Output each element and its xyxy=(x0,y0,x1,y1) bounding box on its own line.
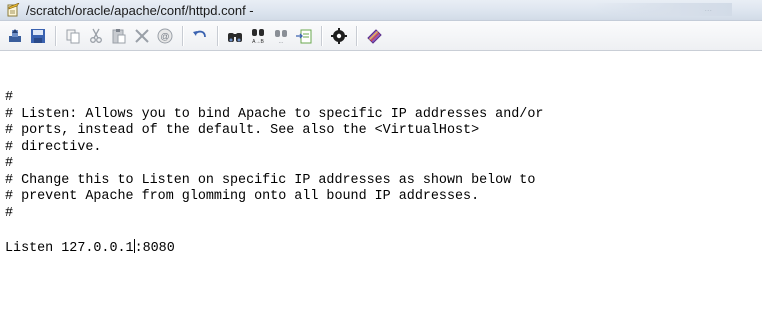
save-icon xyxy=(31,28,45,43)
editor-line: # Change this to Listen on specific IP a… xyxy=(5,172,536,188)
find-button[interactable] xyxy=(224,25,246,47)
settings-icon xyxy=(331,27,347,44)
find-next-icon: ... xyxy=(275,29,287,45)
undo-button[interactable] xyxy=(189,25,211,47)
listen-port-text: :8080 xyxy=(134,240,175,256)
svg-text:...: ... xyxy=(278,39,283,45)
replace-icon: A→B xyxy=(252,28,264,45)
find-next-button[interactable]: ... xyxy=(270,25,292,47)
window-title: /scratch/oracle/apache/conf/httpd.conf - xyxy=(26,2,254,18)
select-all-icon: @ xyxy=(157,28,173,43)
open-button[interactable] xyxy=(4,25,26,47)
plugin-icon xyxy=(367,28,382,44)
save-button[interactable] xyxy=(27,25,49,47)
select-all-button[interactable]: @ xyxy=(154,25,176,47)
editor-line: # ports, instead of the default. See als… xyxy=(5,123,480,138)
cut-button[interactable] xyxy=(85,25,107,47)
paste-icon xyxy=(112,28,126,43)
toolbar-separator xyxy=(55,25,57,46)
listen-directive-line: Listen 127.0.0.1:8080 xyxy=(0,238,762,256)
listen-address-text: Listen 127.0.0.1 xyxy=(5,240,134,256)
toolbar: @ A→B ... xyxy=(0,21,762,51)
svg-text:A→B: A→B xyxy=(252,39,264,45)
editor-line: # directive. xyxy=(5,139,102,155)
open-icon xyxy=(9,28,21,42)
find-icon xyxy=(228,32,242,42)
go-to-button[interactable] xyxy=(293,25,315,47)
editor-line: # prevent Apache from glomming onto all … xyxy=(5,189,480,204)
copy-icon xyxy=(66,29,80,43)
delete-icon xyxy=(135,28,149,43)
toolbar-separator xyxy=(217,25,219,46)
delete-button[interactable] xyxy=(131,25,153,47)
replace-button[interactable]: A→B xyxy=(247,25,269,47)
undo-icon xyxy=(193,30,206,37)
plugin-button[interactable] xyxy=(363,25,385,47)
toolbar-separator xyxy=(356,25,358,46)
go-to-icon xyxy=(296,29,312,43)
editor-line: # xyxy=(5,156,14,171)
editor-line: # xyxy=(5,90,14,105)
toolbar-separator xyxy=(182,25,184,46)
editor-line: # xyxy=(5,205,14,221)
title-bar: /scratch/oracle/apache/conf/httpd.conf -… xyxy=(0,0,762,21)
svg-text:@: @ xyxy=(160,31,169,41)
title-right-text: ... xyxy=(704,3,712,13)
copy-button[interactable] xyxy=(62,25,84,47)
editor-line: # Listen: Allows you to bind Apache to s… xyxy=(5,106,544,122)
title-bar-faded-area: ... xyxy=(592,3,732,16)
cut-icon xyxy=(90,28,102,43)
toolbar-separator xyxy=(321,25,323,46)
text-editor[interactable]: # # Listen: Allows you to bind Apache to… xyxy=(0,52,762,320)
paste-button[interactable] xyxy=(108,25,130,47)
notepad-app-icon xyxy=(7,3,20,17)
settings-button[interactable] xyxy=(328,25,350,47)
